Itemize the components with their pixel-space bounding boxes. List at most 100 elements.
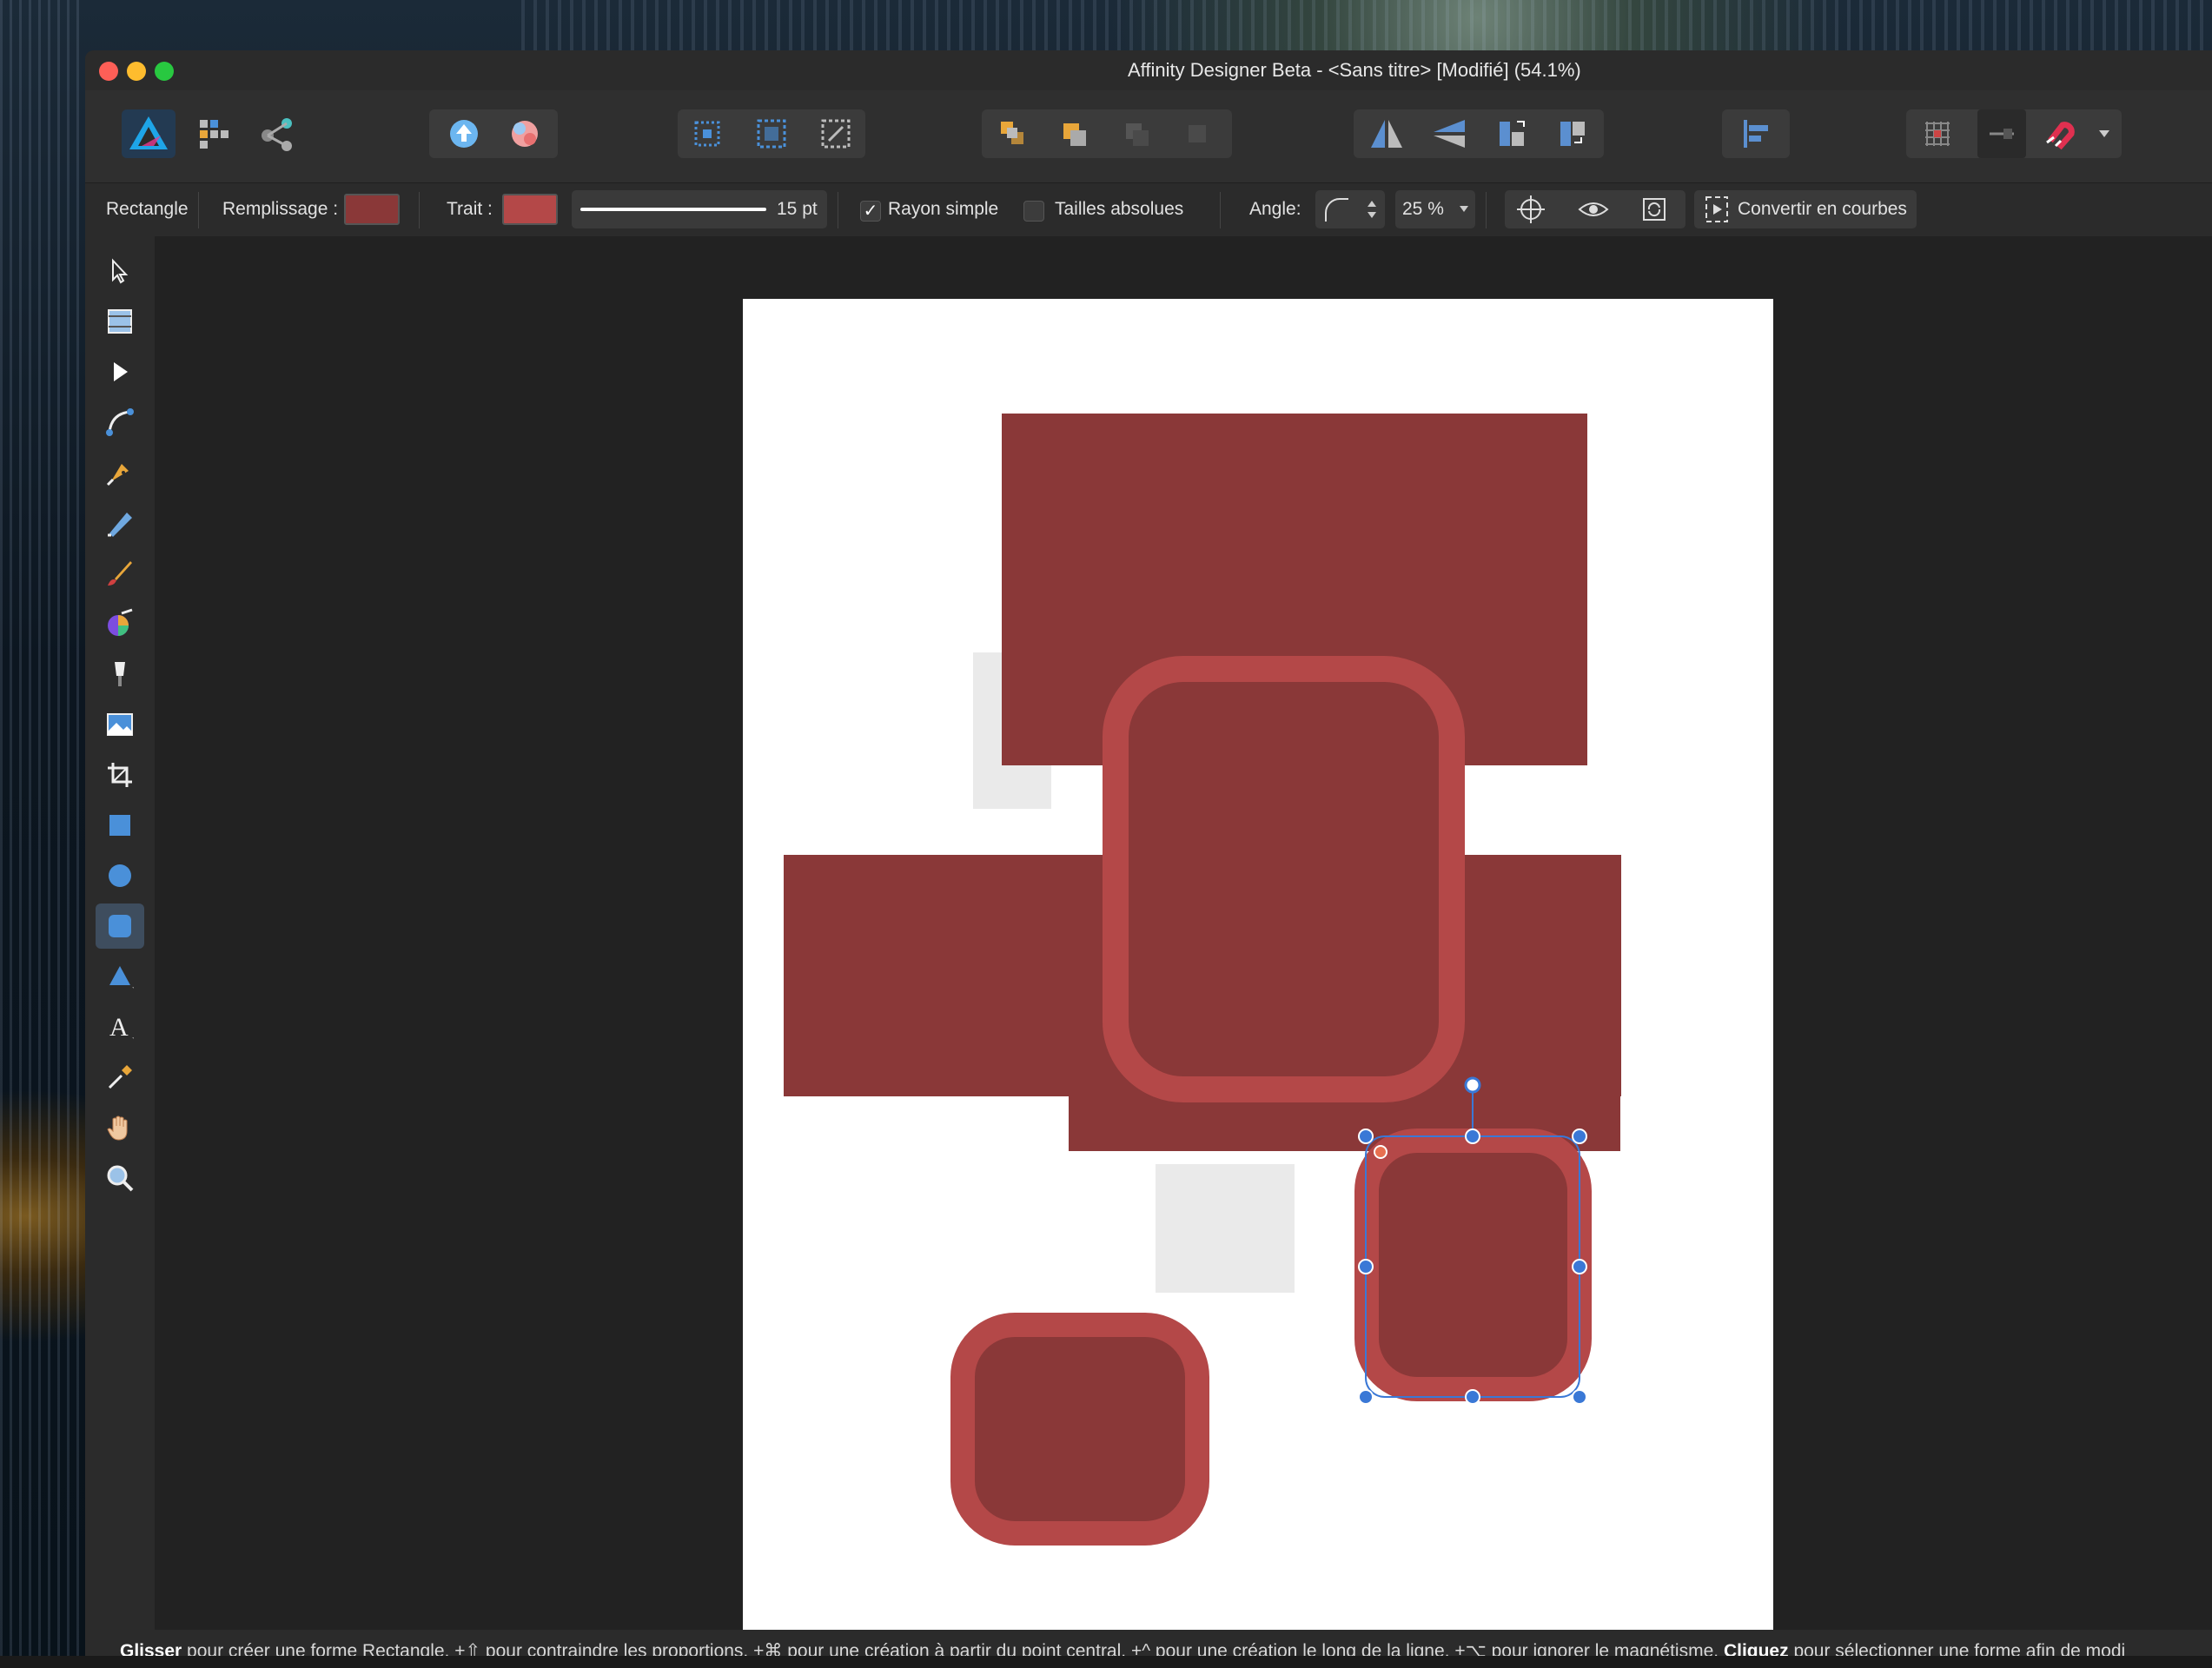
selected-rounded-rectangle[interactable] [1354, 1129, 1592, 1401]
close-window-button[interactable] [99, 62, 118, 81]
color-picker-icon [108, 1065, 132, 1089]
hand-tool[interactable] [96, 1105, 144, 1150]
rotate-right-icon [1560, 122, 1585, 146]
corner-radius-field[interactable]: 25 % [1395, 190, 1475, 228]
corner-type-picker[interactable] [1315, 190, 1385, 228]
move-tool-icon [112, 258, 129, 284]
pen-tool-icon [106, 464, 129, 486]
title-bar: Affinity Designer Beta - <Sans titre> [M… [85, 50, 2212, 90]
node-tool[interactable] [96, 349, 144, 394]
convert-to-curves-button[interactable]: Convertir en courbes [1694, 190, 1917, 228]
absolute-sizes-checkbox[interactable] [1023, 201, 1044, 222]
move-back-button[interactable] [1050, 109, 1098, 158]
transparency-tool[interactable] [96, 652, 144, 697]
stroke-width-value: 15 pt [777, 199, 818, 219]
transform-origin-button[interactable] [811, 109, 860, 158]
rounded-rectangle-tool[interactable] [96, 904, 144, 949]
shape-type-label: Rectangle [106, 199, 189, 219]
context-toolbar: Rectangle Remplissage : Trait : 15 pt ✓ … [85, 182, 2212, 238]
text-tool[interactable]: A [96, 1004, 144, 1049]
brush-tool[interactable] [96, 551, 144, 596]
rounded-rectangle-shape[interactable] [950, 1313, 1209, 1546]
corner-tool-icon [106, 408, 134, 436]
fill-tool-icon [108, 608, 133, 636]
rectangle-tool[interactable] [96, 803, 144, 848]
sync-icon [1643, 198, 1666, 221]
triangle-tool[interactable] [96, 954, 144, 999]
ellipse-tool-icon [109, 864, 131, 887]
transform-bounds-button[interactable] [747, 109, 796, 158]
crop-tool[interactable] [96, 752, 144, 798]
grid-select-icon [694, 121, 720, 147]
desktop-city-lights [0, 0, 85, 1668]
rectangle-tool-icon [109, 815, 130, 836]
single-radius-checkbox[interactable]: ✓ [860, 201, 881, 222]
corner-tool[interactable] [96, 400, 144, 445]
stepper-icon [1368, 201, 1376, 218]
fill-tool[interactable] [96, 601, 144, 646]
flip-horizontal-button[interactable] [1362, 109, 1411, 158]
affinity-designer-icon [124, 109, 173, 158]
move-tool[interactable] [96, 248, 144, 294]
fill-color-swatch[interactable] [344, 194, 400, 225]
align-button[interactable] [1732, 109, 1780, 158]
rotate-left-button[interactable] [1487, 109, 1536, 158]
absolute-sizes-label: Tailles absolues [1055, 199, 1184, 219]
place-image-icon [107, 713, 133, 736]
ghost-shape [1156, 1164, 1295, 1293]
pencil-tool-icon [108, 513, 132, 537]
move-to-back-button[interactable] [989, 109, 1037, 158]
snap-geometry-button[interactable] [1977, 109, 2026, 158]
snapping-toggle-button[interactable] [2036, 109, 2085, 158]
arrange-back-icon [1001, 122, 1023, 144]
upload-button[interactable] [440, 109, 488, 158]
flip-rotate-group [1354, 109, 1604, 158]
flip-horizontal-icon [1371, 120, 1402, 148]
move-forward-button[interactable] [1112, 109, 1161, 158]
designer-persona-button[interactable] [122, 109, 176, 158]
snapshot-icon [512, 121, 538, 147]
minimize-window-button[interactable] [127, 62, 146, 81]
convert-curves-icon [1705, 196, 1728, 222]
pencil-tool[interactable] [96, 500, 144, 546]
maximize-window-button[interactable] [155, 62, 174, 81]
arrange-forward-icon [1126, 123, 1149, 146]
transform-objects-button[interactable] [683, 109, 732, 158]
cloud-upload-icon [450, 120, 478, 148]
svg-text:A: A [109, 1013, 129, 1042]
share-group [429, 109, 558, 158]
arrange-backward-icon [1063, 123, 1086, 146]
pixel-persona-icon [200, 120, 228, 149]
snap-grid-button[interactable] [1913, 109, 1962, 158]
snapshot-button[interactable] [500, 109, 549, 158]
color-picker-tool[interactable] [96, 1055, 144, 1100]
move-to-front-button[interactable] [1173, 109, 1222, 158]
snapping-options-dropdown[interactable] [2087, 109, 2122, 158]
flip-vertical-button[interactable] [1425, 109, 1474, 158]
crosshair-icon [1517, 195, 1545, 223]
rotate-right-button[interactable] [1548, 109, 1597, 158]
desktop-skyline [521, 0, 2212, 52]
ellipse-tool[interactable] [96, 853, 144, 898]
rounded-rectangle-shape[interactable] [1103, 656, 1465, 1102]
corner-options-group [1505, 190, 1685, 228]
arrange-front-icon [1189, 125, 1206, 142]
pen-tool[interactable] [96, 450, 144, 495]
pixel-persona-button[interactable] [189, 109, 238, 158]
rounded-corner-icon [1325, 198, 1348, 222]
stroke-color-swatch[interactable] [502, 194, 558, 225]
place-image-tool[interactable] [96, 702, 144, 747]
app-window: Affinity Designer Beta - <Sans titre> [M… [85, 50, 2212, 1668]
artboard-tool[interactable] [96, 299, 144, 344]
export-persona-button[interactable] [254, 109, 302, 158]
zoom-tool[interactable] [96, 1155, 144, 1201]
transform-origin-icon [821, 119, 851, 149]
stroke-width-slider[interactable]: 15 pt [572, 190, 827, 228]
artboard-tool-icon [108, 309, 132, 334]
document-page[interactable] [743, 299, 1773, 1632]
node-tool-icon [114, 362, 128, 381]
align-left-icon [1744, 120, 1768, 148]
transparency-tool-icon [115, 662, 125, 686]
export-persona-icon [262, 118, 292, 151]
magnet-icon [2046, 122, 2075, 150]
